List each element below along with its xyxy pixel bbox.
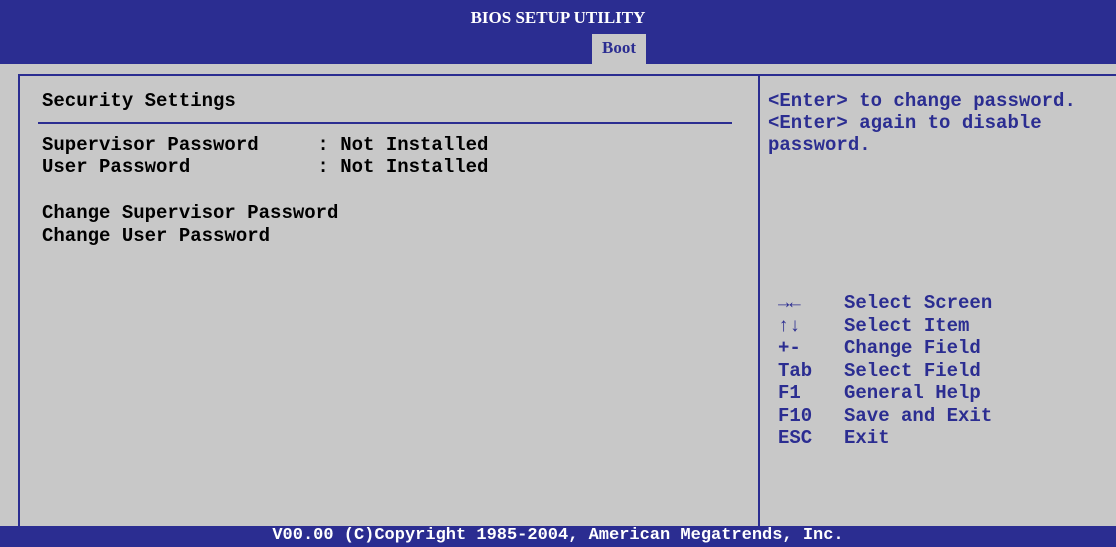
status-value: Not Installed bbox=[340, 156, 489, 178]
user-password-status: User Password : Not Installed bbox=[42, 156, 488, 178]
key-row: +- Change Field bbox=[778, 337, 992, 360]
key-action: Save and Exit bbox=[844, 404, 993, 427]
section-divider bbox=[38, 122, 732, 124]
key-plus-minus: +- bbox=[778, 337, 801, 359]
key-action: General Help bbox=[844, 382, 981, 404]
key-action: Select Item bbox=[844, 314, 970, 337]
supervisor-password-status: Supervisor Password : Not Installed bbox=[42, 134, 488, 156]
change-supervisor-password-item[interactable]: Change Supervisor Password bbox=[42, 202, 338, 224]
help-line: password. bbox=[768, 134, 871, 156]
tab-boot[interactable]: Boot bbox=[592, 34, 646, 64]
section-title: Security Settings bbox=[42, 90, 236, 112]
copyright-text: V00.00 (C)Copyright 1985-2004, American … bbox=[272, 526, 844, 545]
key-row: ESC Exit bbox=[778, 427, 992, 450]
status-separator: : bbox=[306, 156, 341, 178]
help-line: <Enter> to change password. bbox=[768, 90, 1076, 112]
app-title: BIOS SETUP UTILITY bbox=[470, 8, 646, 27]
header-bar: BIOS SETUP UTILITY Boot bbox=[0, 0, 1116, 64]
key-legend: →← Select Screen ↑↓ Select Item +- Change F… bbox=[778, 292, 992, 450]
arrows-horizontal-icon: →← bbox=[778, 292, 801, 314]
status-value: Not Installed bbox=[340, 134, 489, 156]
bios-screen: BIOS SETUP UTILITY Boot Security Setting… bbox=[0, 0, 1116, 547]
status-separator: : bbox=[306, 134, 341, 156]
key-row: F1 General Help bbox=[778, 382, 992, 405]
key-esc: ESC bbox=[778, 427, 813, 449]
change-user-password-item[interactable]: Change User Password bbox=[42, 225, 270, 247]
key-row: Tab Select Field bbox=[778, 360, 992, 383]
status-label: Supervisor Password bbox=[42, 134, 259, 156]
key-action: Select Field bbox=[844, 359, 981, 382]
key-action: Exit bbox=[844, 427, 890, 449]
arrows-vertical-icon: ↑↓ bbox=[778, 314, 801, 337]
status-label: User Password bbox=[42, 156, 191, 178]
key-action: Select Screen bbox=[844, 292, 993, 314]
help-line: <Enter> again to disable bbox=[768, 112, 1042, 134]
footer-bar: V00.00 (C)Copyright 1985-2004, American … bbox=[0, 526, 1116, 547]
pane-divider bbox=[758, 74, 760, 532]
help-pane: <Enter> to change password. <Enter> agai… bbox=[768, 90, 1108, 156]
key-row: ↑↓ Select Item bbox=[778, 315, 992, 338]
key-f10: F10 bbox=[778, 404, 813, 427]
key-row: →← Select Screen bbox=[778, 292, 992, 315]
key-row: F10 Save and Exit bbox=[778, 405, 992, 428]
key-tab: Tab bbox=[778, 359, 813, 382]
key-action: Change Field bbox=[844, 337, 981, 359]
key-f1: F1 bbox=[778, 382, 801, 404]
